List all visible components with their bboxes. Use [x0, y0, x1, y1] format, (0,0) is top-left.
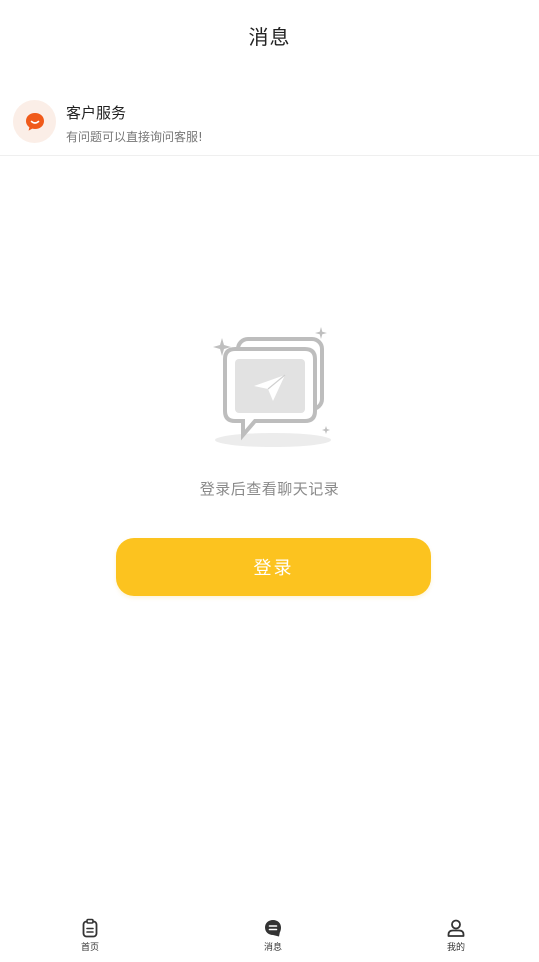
- message-box-paper-plane-icon: [213, 327, 331, 447]
- bottom-tab-bar: 首页 消息 我的: [0, 910, 539, 962]
- home-clipboard-icon: [82, 918, 98, 938]
- tab-messages[interactable]: 消息: [238, 918, 308, 953]
- chat-bubble-icon: [26, 113, 44, 131]
- header: 消息: [0, 0, 539, 66]
- empty-state-text: 登录后查看聊天记录: [199, 480, 340, 498]
- tab-home[interactable]: 首页: [55, 918, 125, 953]
- login-button[interactable]: 登录: [116, 538, 431, 596]
- user-icon: [447, 919, 465, 937]
- empty-state-illustration: [205, 323, 335, 457]
- tab-home-label: 首页: [80, 943, 99, 953]
- tab-mine[interactable]: 我的: [421, 918, 491, 953]
- page-title: 消息: [248, 25, 291, 49]
- message-icon: [265, 920, 281, 937]
- customer-service-description: 有问题可以直接询问客服!: [66, 130, 203, 144]
- tab-messages-label: 消息: [263, 943, 282, 953]
- customer-service-item[interactable]: 客户服务 有问题可以直接询问客服!: [0, 90, 539, 156]
- customer-service-title: 客户服务: [66, 104, 127, 122]
- tab-mine-label: 我的: [446, 943, 465, 953]
- customer-service-avatar: [13, 100, 56, 143]
